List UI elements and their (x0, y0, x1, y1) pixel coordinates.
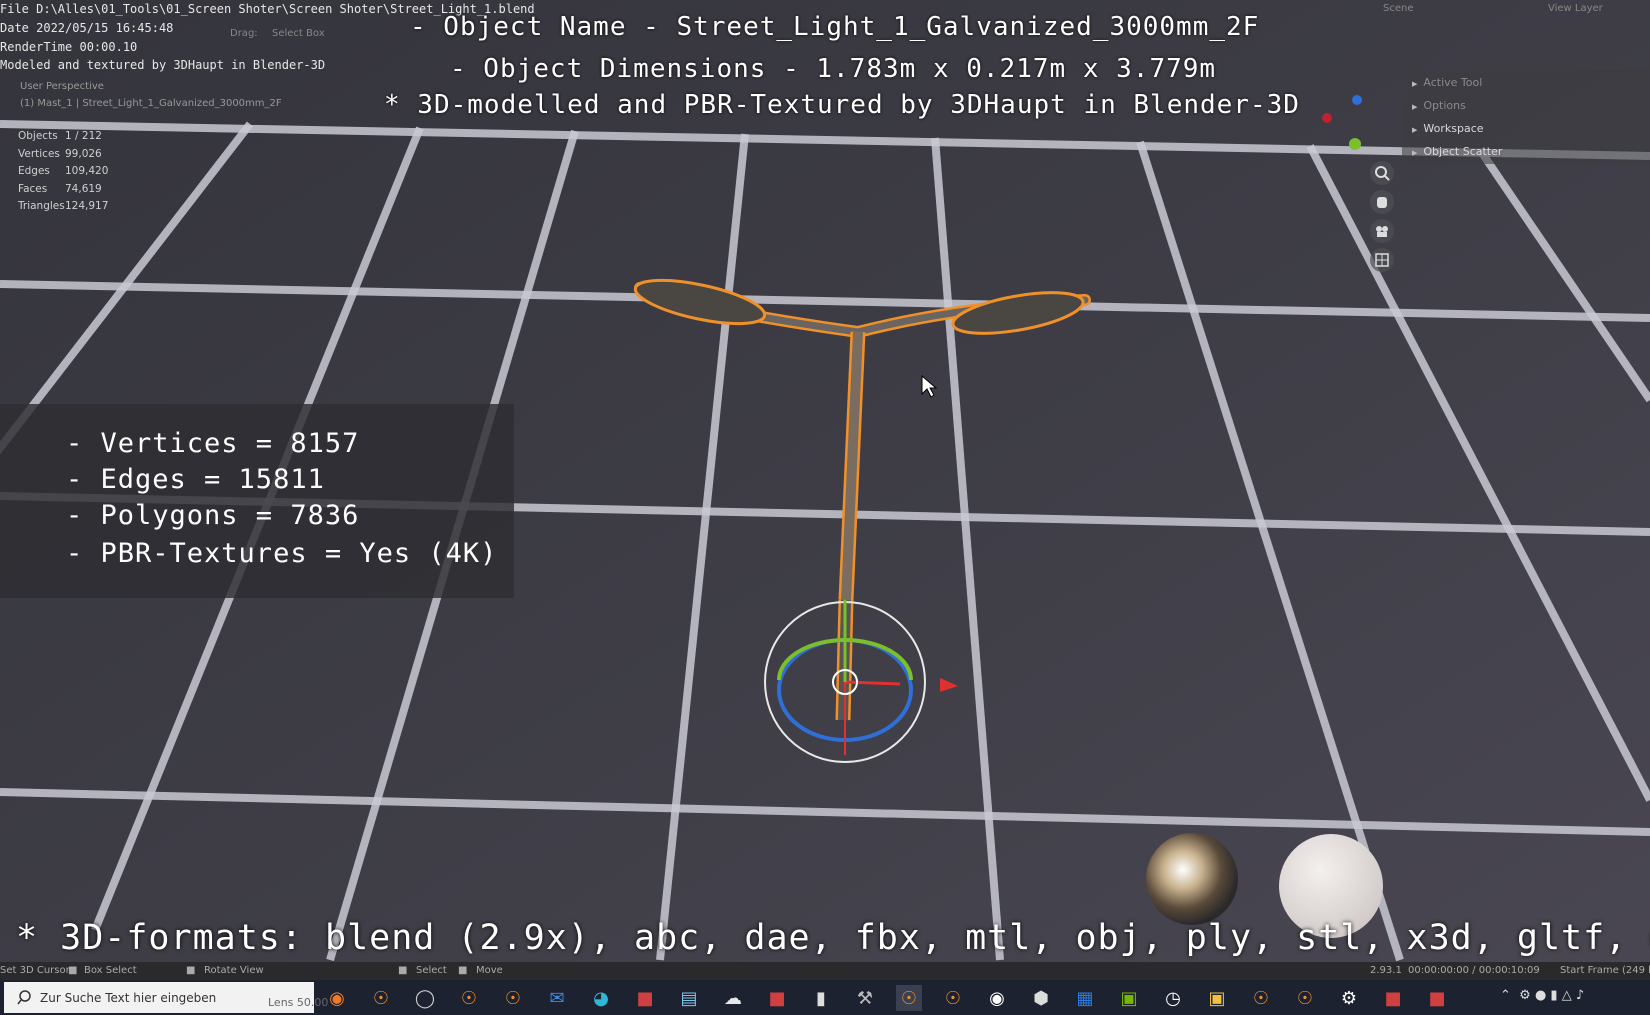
stat-value: 124,917 (65, 200, 109, 212)
calendar-icon[interactable]: ▦ (1072, 985, 1098, 1011)
mouse-icon: ■ (458, 965, 468, 976)
credit-line: Modeled and textured by 3DHaupt in Blend… (0, 58, 326, 72)
panel-item-label: Workspace (1423, 122, 1484, 135)
system-tray[interactable]: ⌃ ⚙ ● ▮ △ ♪ (1500, 988, 1584, 1003)
chrome-sphere (1146, 833, 1238, 925)
notepad-icon[interactable]: ▤ (676, 985, 702, 1011)
modelled-by-title: * 3D-modelled and PBR-Textured by 3DHaup… (384, 90, 1300, 120)
expand-arrow-icon: ▶ (1412, 103, 1418, 111)
blender-icon[interactable]: ☉ (1292, 985, 1318, 1011)
blender-icon[interactable]: ☉ (1248, 985, 1274, 1011)
drag-label: Drag: (230, 28, 258, 39)
blender-icon[interactable]: ☉ (940, 985, 966, 1011)
mouse-left-icon: ■ (68, 965, 78, 976)
stat-row: Faces 74,619 (18, 181, 108, 199)
vertices-line: - Vertices = 8157 (66, 428, 360, 459)
panel-item-label: Options (1423, 99, 1466, 112)
stat-value: 99,026 (65, 147, 102, 160)
clock-icon[interactable]: ◷ (1160, 985, 1186, 1011)
mouse-middle-icon: ■ (186, 965, 196, 976)
folder-icon[interactable]: ▣ (1204, 985, 1230, 1011)
nvidia-icon[interactable]: ▣ (1116, 985, 1142, 1011)
zoom-icon[interactable] (1370, 161, 1394, 185)
panda-icon[interactable]: ◉ (984, 985, 1010, 1011)
stat-row: Edges 109,420 (18, 163, 108, 181)
status-box-select: Box Select (84, 965, 137, 976)
box-icon[interactable]: ⬢ (1028, 985, 1054, 1011)
mouse-right-icon: ■ (398, 965, 408, 976)
panel-item-label: Active Tool (1423, 76, 1483, 89)
windows-taskbar: Zur Suche Text hier eingeben ◉ ☉ ◯ ☉ ☉ ✉ ◕ ■ ▤ ☁ ■… (0, 980, 1650, 1015)
panel-item-object-scatter[interactable]: ▶ Object Scatter (1412, 145, 1502, 158)
terminal-icon[interactable]: ▮ (808, 985, 834, 1011)
formats-caption: * 3D-formats: blend (2.9x), abc, dae, fb… (16, 918, 1650, 958)
blender-icon[interactable]: ☉ (456, 985, 482, 1011)
app-icon[interactable]: ■ (764, 985, 790, 1011)
camera-view-icon[interactable] (1370, 219, 1394, 243)
drag-mode-select[interactable]: Select Box (272, 28, 325, 39)
edges-line: - Edges = 15811 (66, 464, 325, 495)
settings-icon[interactable]: ⚙ (1336, 985, 1362, 1011)
scene-statistics: Objects 1 / 212 Vertices 99,026 Edges 109,4… (18, 128, 108, 216)
stat-row: Vertices 99,026 (18, 146, 108, 164)
status-version: 2.93.1 (1370, 965, 1402, 976)
expand-arrow-icon: ▶ (1412, 149, 1418, 157)
polygons-line: - Polygons = 7836 (66, 500, 360, 531)
blender-icon[interactable]: ☉ (896, 985, 922, 1011)
stat-row: Triangles 124,917 (18, 198, 108, 216)
stat-key: Edges (18, 165, 50, 177)
stat-key: Objects (18, 130, 58, 142)
panel-item-workspace[interactable]: ▶ Workspace (1412, 122, 1484, 135)
date-stamp: Date 2022/05/15 16:45:48 (0, 21, 174, 35)
status-cursor: Set 3D Cursor (0, 965, 70, 976)
axis-x-dot (1322, 113, 1332, 123)
blender-icon[interactable]: ☉ (500, 985, 526, 1011)
stat-value: 1 / 212 (65, 130, 102, 142)
mail-icon[interactable]: ✉ (544, 985, 570, 1011)
status-rotate-view: Rotate View (204, 965, 264, 976)
stat-row: Objects 1 / 212 (18, 128, 108, 146)
axis-y-dot (1349, 138, 1361, 150)
edge-icon[interactable]: ◕ (588, 985, 614, 1011)
status-timecode: 00:00:00:00 / 00:00:10:09 (1408, 965, 1540, 976)
app-icon[interactable]: ■ (1424, 985, 1450, 1011)
mesh-info-box: - Vertices = 8157 - Edges = 15811 - Poly… (0, 404, 514, 598)
ortho-grid-icon[interactable] (1370, 248, 1394, 272)
search-icon (17, 990, 31, 1005)
app-icon[interactable]: ■ (1380, 985, 1406, 1011)
axis-z-dot (1352, 95, 1362, 105)
status-move: Move (476, 965, 503, 976)
panel-item-label: Object Scatter (1423, 145, 1503, 158)
object-name-title: - Object Name - Street_Light_1_Galvanize… (410, 12, 1260, 42)
search-placeholder: Zur Suche Text hier eingeben (40, 991, 217, 1005)
panel-item-options[interactable]: ▶ Options (1412, 99, 1466, 112)
stat-key: Vertices (18, 147, 60, 160)
viewport-perspective: User Perspective (20, 81, 104, 92)
render-time: RenderTime 00:00.10 (0, 40, 138, 54)
scene-label[interactable]: Scene (1383, 3, 1414, 14)
expand-arrow-icon: ▶ (1412, 80, 1418, 88)
cloud-icon[interactable]: ☁ (720, 985, 746, 1011)
textures-line: - PBR-Textures = Yes (4K) (66, 538, 498, 569)
viewport-selection: (1) Mast_1 | Street_Light_1_Galvanized_3… (20, 98, 282, 109)
stat-key: Triangles (18, 200, 65, 212)
status-start-frame: Start Frame (249 le (1560, 965, 1650, 976)
stat-value: 74,619 (65, 182, 102, 195)
blender-icon[interactable]: ☉ (368, 985, 394, 1011)
view-layer-label[interactable]: View Layer (1548, 3, 1603, 14)
pan-hand-icon[interactable] (1370, 190, 1394, 214)
object-dimensions-title: - Object Dimensions - 1.783m x 0.217m x … (450, 54, 1217, 84)
lens-readout: Lens 50.00 (268, 996, 329, 1009)
stat-key: Faces (18, 182, 48, 195)
obs-icon[interactable]: ◯ (412, 985, 438, 1011)
expand-arrow-icon: ▶ (1412, 126, 1418, 134)
panel-item-active-tool[interactable]: ▶ Active Tool (1412, 76, 1482, 89)
status-bar: Set 3D Cursor ■ Box Select ■ Rotate View… (0, 962, 1650, 980)
tool-side-panel: ▶ Active Tool ▶ Options ▶ Workspace ▶ Object… (1402, 70, 1650, 164)
tool-icon[interactable]: ⚒ (852, 985, 878, 1011)
status-select: Select (416, 965, 447, 976)
stat-value: 109,420 (65, 165, 109, 177)
app-icon[interactable]: ■ (632, 985, 658, 1011)
